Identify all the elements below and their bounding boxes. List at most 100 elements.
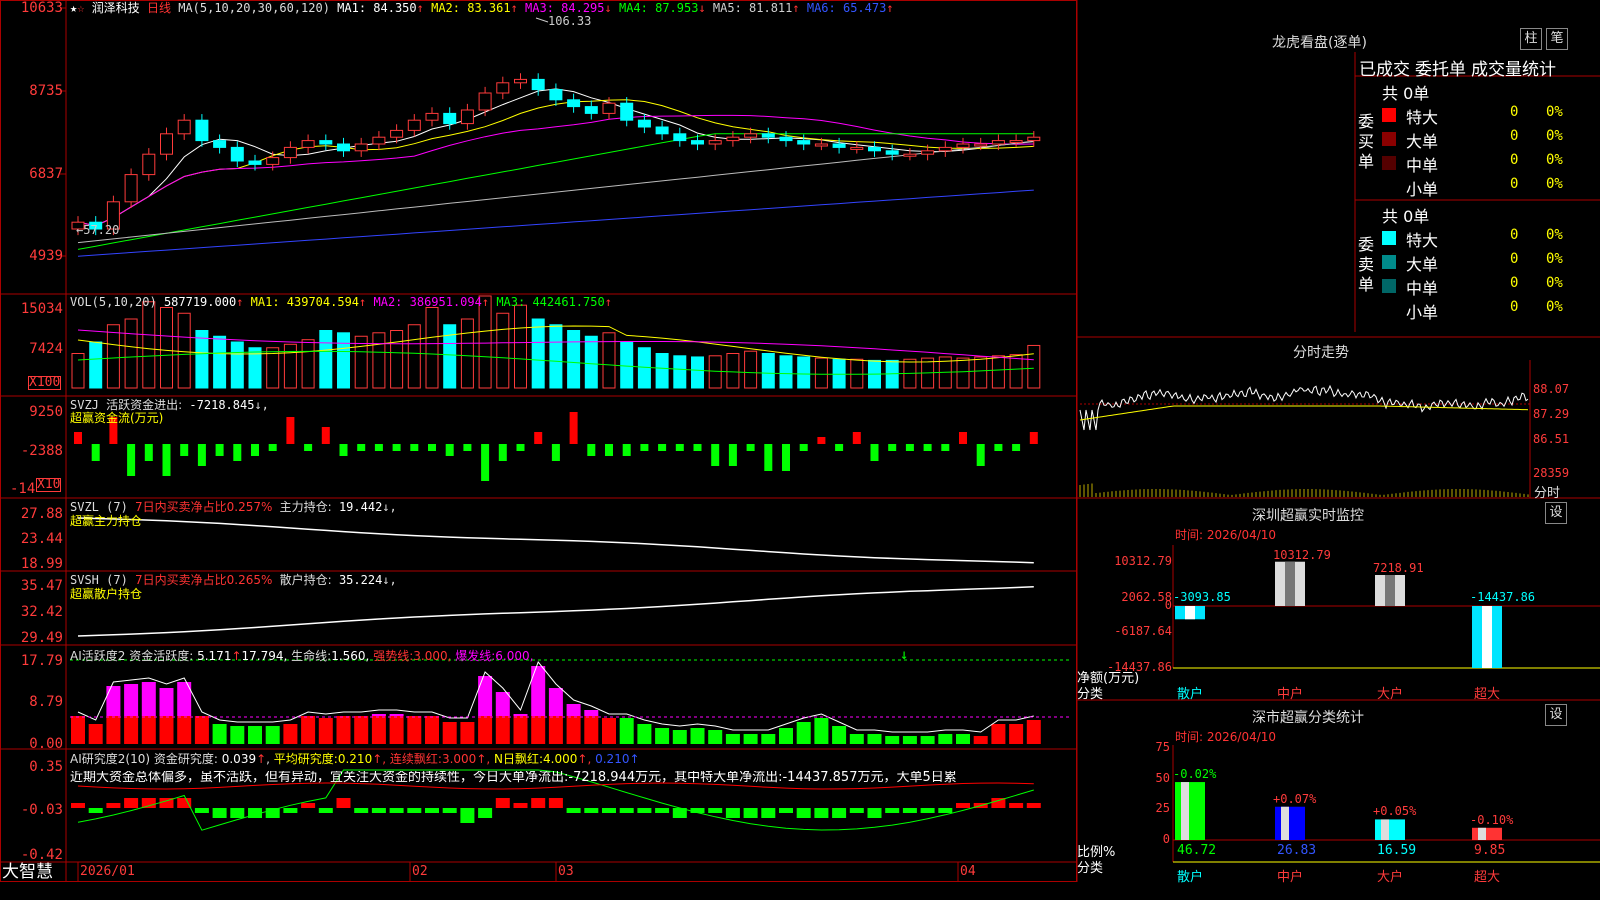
svzj-bar [216, 444, 224, 456]
ai2-bar [89, 808, 103, 813]
buy-color-swatch [1382, 108, 1396, 122]
ai1-value: 5.171 [197, 649, 231, 663]
volume-bar [727, 354, 739, 389]
candle-body [426, 113, 438, 120]
sz-bar-inner [1482, 606, 1492, 668]
svzj-header: SVZJ 活跃资金进出: -7218.845↓, [70, 398, 269, 412]
svzj-bar [304, 444, 312, 451]
ai2-bar [850, 808, 864, 813]
svzj-bar [517, 444, 525, 451]
ai1-bar [938, 734, 952, 744]
buy-row-pct: 0% [1546, 152, 1563, 168]
ai2-bar [708, 808, 722, 813]
svzj-bar [1012, 444, 1020, 451]
ai1-title: AI活跃度2 [70, 649, 125, 663]
sc-settings-button[interactable]: 设 [1545, 704, 1567, 726]
ai2-avg-v: 0.210 [338, 752, 372, 766]
svzj-bar [145, 444, 153, 461]
sell-row-name: 大单 [1406, 251, 1438, 275]
ai2-bar [496, 798, 510, 808]
volume-bar [815, 358, 827, 388]
candle-body [621, 103, 633, 120]
candle-body [780, 137, 792, 140]
ai2-bar [230, 808, 244, 818]
ai1-bar [921, 736, 935, 744]
sell-row-count: 0 [1510, 275, 1518, 291]
ai1-y-tick: 0.00 [0, 736, 63, 752]
candle-body [656, 127, 668, 134]
ai2-bar [761, 808, 775, 818]
sc-bar-inner [1281, 807, 1289, 840]
svsh-y-tick: 29.49 [0, 630, 63, 646]
ai2-bar [832, 808, 846, 818]
tab-0[interactable]: 已成交 [1359, 55, 1410, 80]
ai1-bar [885, 736, 899, 744]
ai1-bar [407, 716, 421, 744]
tab-2[interactable]: 成交量统计 [1471, 55, 1556, 80]
svzj-bar [552, 444, 560, 461]
ai2-bar [337, 798, 351, 808]
vol-ma2-value: MA2: 386951.094 [366, 295, 482, 309]
ai1-bar-top [372, 714, 386, 716]
ai1-bar-top [584, 710, 598, 716]
svzl-label: 主力持仓: [280, 500, 332, 514]
svsh-ratio: 7日内买卖净占比0.265% [135, 573, 272, 587]
ai1-bar [832, 726, 846, 744]
svzj-value: -7218.845 [189, 398, 254, 412]
candle-body [373, 137, 385, 144]
vol-ma-values: MA1: 439704.594↑ MA2: 386951.094↑ MA3: 4… [251, 295, 612, 309]
stock-terminal: ★☆ 润泽科技 日线 MA(5,10,20,30,60,120) MA1: 84… [0, 0, 1600, 900]
ai1-bar [160, 716, 174, 744]
fs-avg-line [1080, 406, 1528, 420]
ai1-bar [956, 734, 970, 744]
fs-title: 分时走势 [1293, 342, 1349, 362]
ai1-bar [549, 716, 563, 744]
candle-body [532, 79, 544, 89]
svzj-bar [924, 444, 932, 451]
candle-body [568, 100, 580, 107]
ai1-bar-top [390, 714, 404, 716]
ai2-c1: 连续飘红: [390, 752, 442, 766]
bar-mode-button[interactable]: 柱 [1520, 28, 1542, 50]
svzj-bar [640, 444, 648, 451]
ai2-bar [938, 808, 952, 813]
volume-bar [107, 325, 119, 388]
ai2-bar [195, 808, 209, 813]
svzj-bar [800, 444, 808, 451]
volume-bar [408, 325, 420, 388]
vol-ma3-arrow: ↑ [605, 295, 612, 309]
sz-cat-label: 中户 [1277, 683, 1303, 702]
sz-y-tick: 10312.79 [1080, 554, 1172, 568]
ai1-bar [266, 726, 280, 744]
svzj-bar [994, 444, 1002, 451]
sz-cat-label: 超大 [1474, 683, 1500, 702]
buy-row-count: 0 [1510, 176, 1518, 192]
lhkp-title: 龙虎看盘(逐单) [1272, 32, 1367, 52]
ai1-bar [71, 716, 85, 744]
candle-body [957, 144, 969, 147]
sell-color-swatch [1382, 303, 1396, 317]
volume-bar [692, 357, 704, 388]
ai1-bar [354, 716, 368, 744]
candle-body [1010, 141, 1022, 143]
volume-bar [426, 308, 438, 389]
svzl-y-tick: 23.44 [0, 531, 63, 547]
svzj-y-tick: -2388 [0, 443, 63, 459]
ai2-bar [885, 808, 899, 813]
svzj-unit-label: X10 [36, 478, 61, 492]
tick-mode-button[interactable]: 笔 [1546, 28, 1568, 50]
ai2-bar [549, 798, 563, 808]
ai2-bar [531, 798, 545, 808]
candle-body [161, 134, 173, 154]
tab-1[interactable]: 委托单 [1415, 55, 1466, 80]
sc-bar [1472, 828, 1502, 840]
svzj-bar [658, 444, 666, 451]
svzj-bar [959, 432, 967, 444]
candle-body [674, 134, 686, 141]
candle-body [391, 130, 403, 137]
fs-vol-label: 28359 [1533, 466, 1569, 480]
sz-y-tick: -6187.64 [1080, 624, 1172, 638]
volume-bar [214, 336, 226, 388]
ai2-avg: 平均研究度: [274, 752, 338, 766]
sz-settings-button[interactable]: 设 [1545, 502, 1567, 524]
